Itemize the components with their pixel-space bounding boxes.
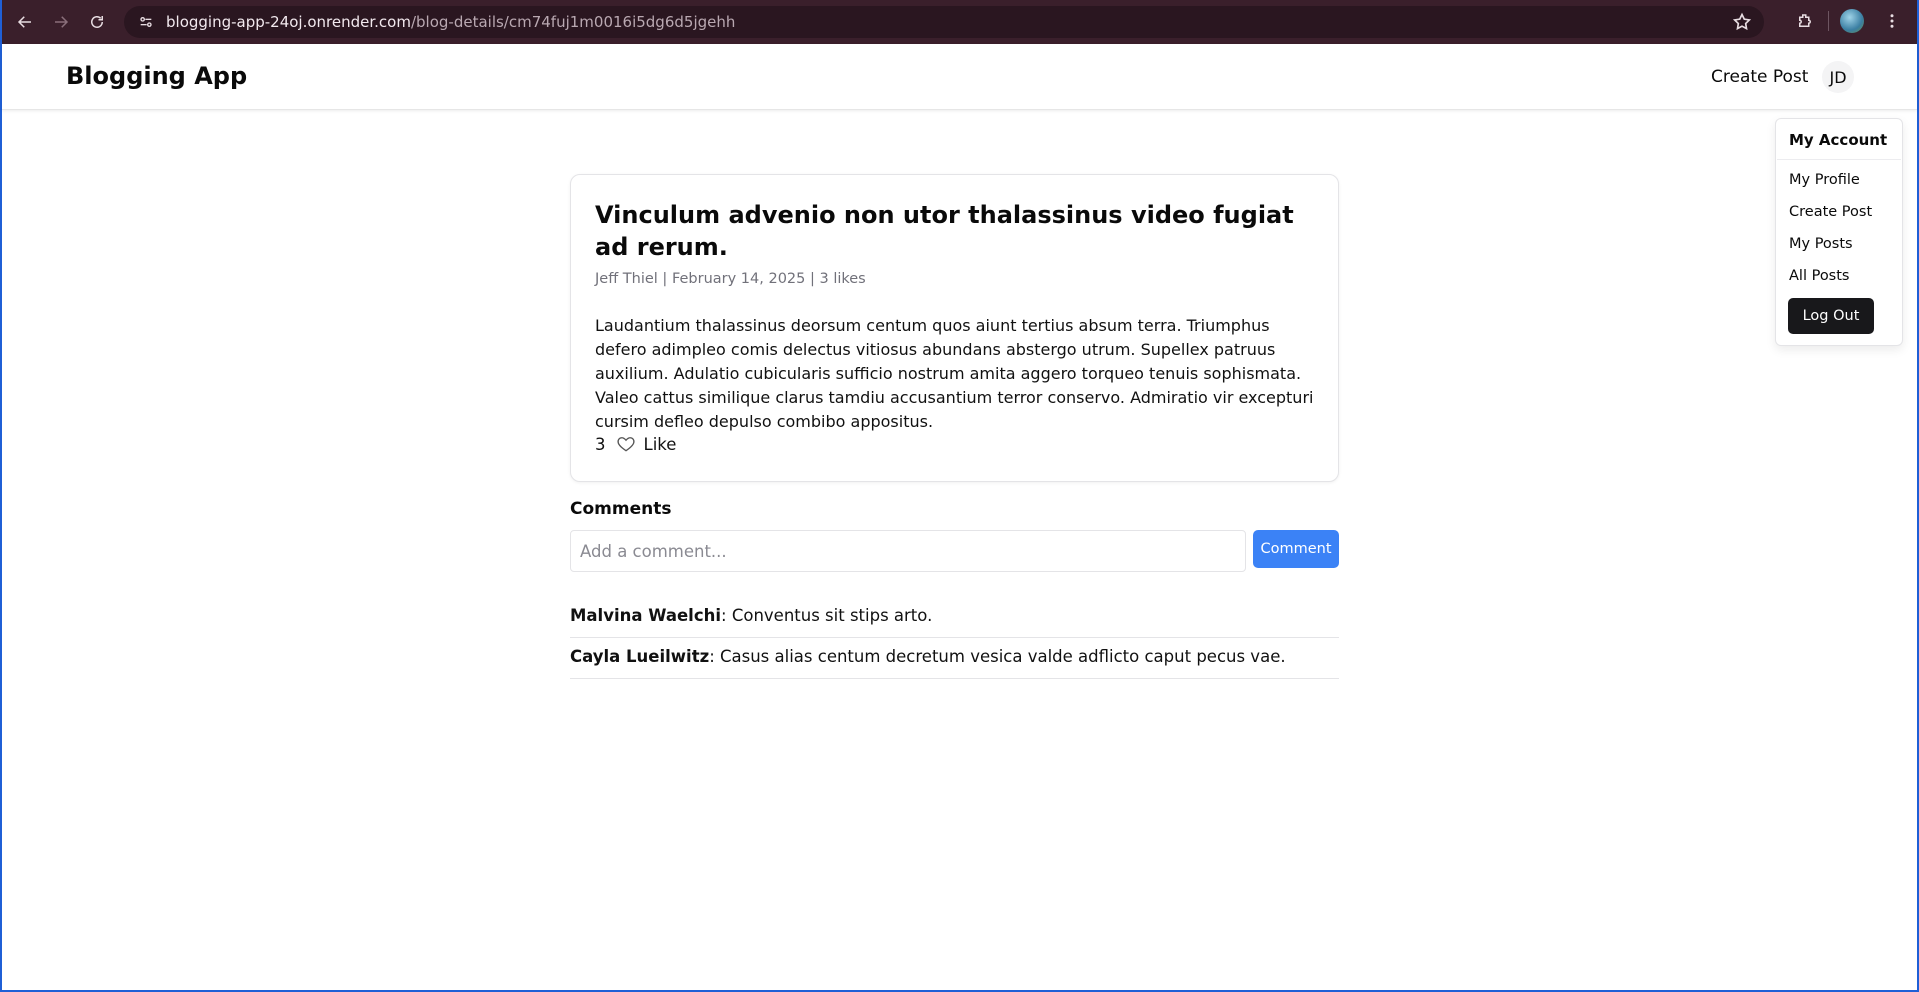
reload-icon[interactable] xyxy=(79,4,115,40)
brand-logo-text[interactable]: Blogging App xyxy=(66,62,247,90)
post-card: Vinculum advenio non utor thalassinus vi… xyxy=(570,174,1339,482)
comment-submit-button[interactable]: Comment xyxy=(1253,530,1339,568)
account-dropdown-menu: My Account My Profile Create Post My Pos… xyxy=(1775,118,1903,346)
meta-separator: | xyxy=(805,271,820,287)
comment-author: Cayla Lueilwitz xyxy=(570,647,710,666)
menu-item-all-posts[interactable]: All Posts xyxy=(1789,268,1849,284)
post-likes-count: 3 likes xyxy=(819,271,866,287)
heart-icon[interactable] xyxy=(616,434,636,454)
toolbar-divider xyxy=(1828,11,1829,31)
bookmark-star-icon[interactable] xyxy=(1732,12,1752,32)
comment-item: Cayla Lueilwitz: Casus alias centum decr… xyxy=(570,638,1339,679)
logout-button[interactable]: Log Out xyxy=(1788,298,1874,334)
like-count: 3 xyxy=(595,434,606,454)
url-path: /blog-details/cm74fuj1m0016i5dg6d5jgehh xyxy=(410,13,736,31)
browser-menu-icon[interactable] xyxy=(1875,4,1909,38)
post-author: Jeff Thiel xyxy=(595,271,658,287)
comment-author: Malvina Waelchi xyxy=(570,606,722,625)
account-menu-title: My Account xyxy=(1789,131,1888,149)
menu-divider xyxy=(1777,159,1901,160)
address-bar[interactable]: blogging-app-24oj.onrender.com/blog-deta… xyxy=(124,6,1764,38)
menu-item-create-post[interactable]: Create Post xyxy=(1789,204,1872,220)
browser-toolbar: blogging-app-24oj.onrender.com/blog-deta… xyxy=(2,0,1917,44)
browser-profile-avatar[interactable] xyxy=(1840,9,1864,33)
meta-separator: | xyxy=(657,271,672,287)
like-row: 3 Like xyxy=(595,434,676,454)
comment-text: : Conventus sit stips arto. xyxy=(721,606,933,625)
comment-input[interactable] xyxy=(570,530,1246,572)
comments-heading: Comments xyxy=(570,499,672,519)
comment-text: : Casus alias centum decretum vesica val… xyxy=(709,647,1286,666)
app-header: Blogging App Create Post JD xyxy=(2,44,1917,110)
like-button[interactable]: Like xyxy=(644,435,677,454)
url-host: blogging-app-24oj.onrender.com xyxy=(166,13,411,31)
post-meta: Jeff Thiel | February 14, 2025 | 3 likes xyxy=(595,271,866,287)
forward-icon[interactable] xyxy=(43,4,79,40)
post-body: Laudantium thalassinus deorsum centum qu… xyxy=(595,316,1314,431)
back-icon[interactable] xyxy=(7,4,43,40)
post-date: February 14, 2025 xyxy=(671,271,806,287)
post-title: Vinculum advenio non utor thalassinus vi… xyxy=(595,201,1294,261)
url-text: blogging-app-24oj.onrender.com/blog-deta… xyxy=(166,13,735,31)
comment-item: Malvina Waelchi: Conventus sit stips art… xyxy=(570,597,1339,638)
menu-item-my-profile[interactable]: My Profile xyxy=(1789,172,1860,188)
menu-item-my-posts[interactable]: My Posts xyxy=(1789,236,1853,252)
header-create-post-link[interactable]: Create Post xyxy=(1711,67,1808,87)
extensions-icon[interactable] xyxy=(1788,4,1822,38)
user-avatar[interactable]: JD xyxy=(1822,61,1854,93)
browser-actions xyxy=(1788,4,1909,38)
site-info-icon[interactable] xyxy=(132,8,160,36)
